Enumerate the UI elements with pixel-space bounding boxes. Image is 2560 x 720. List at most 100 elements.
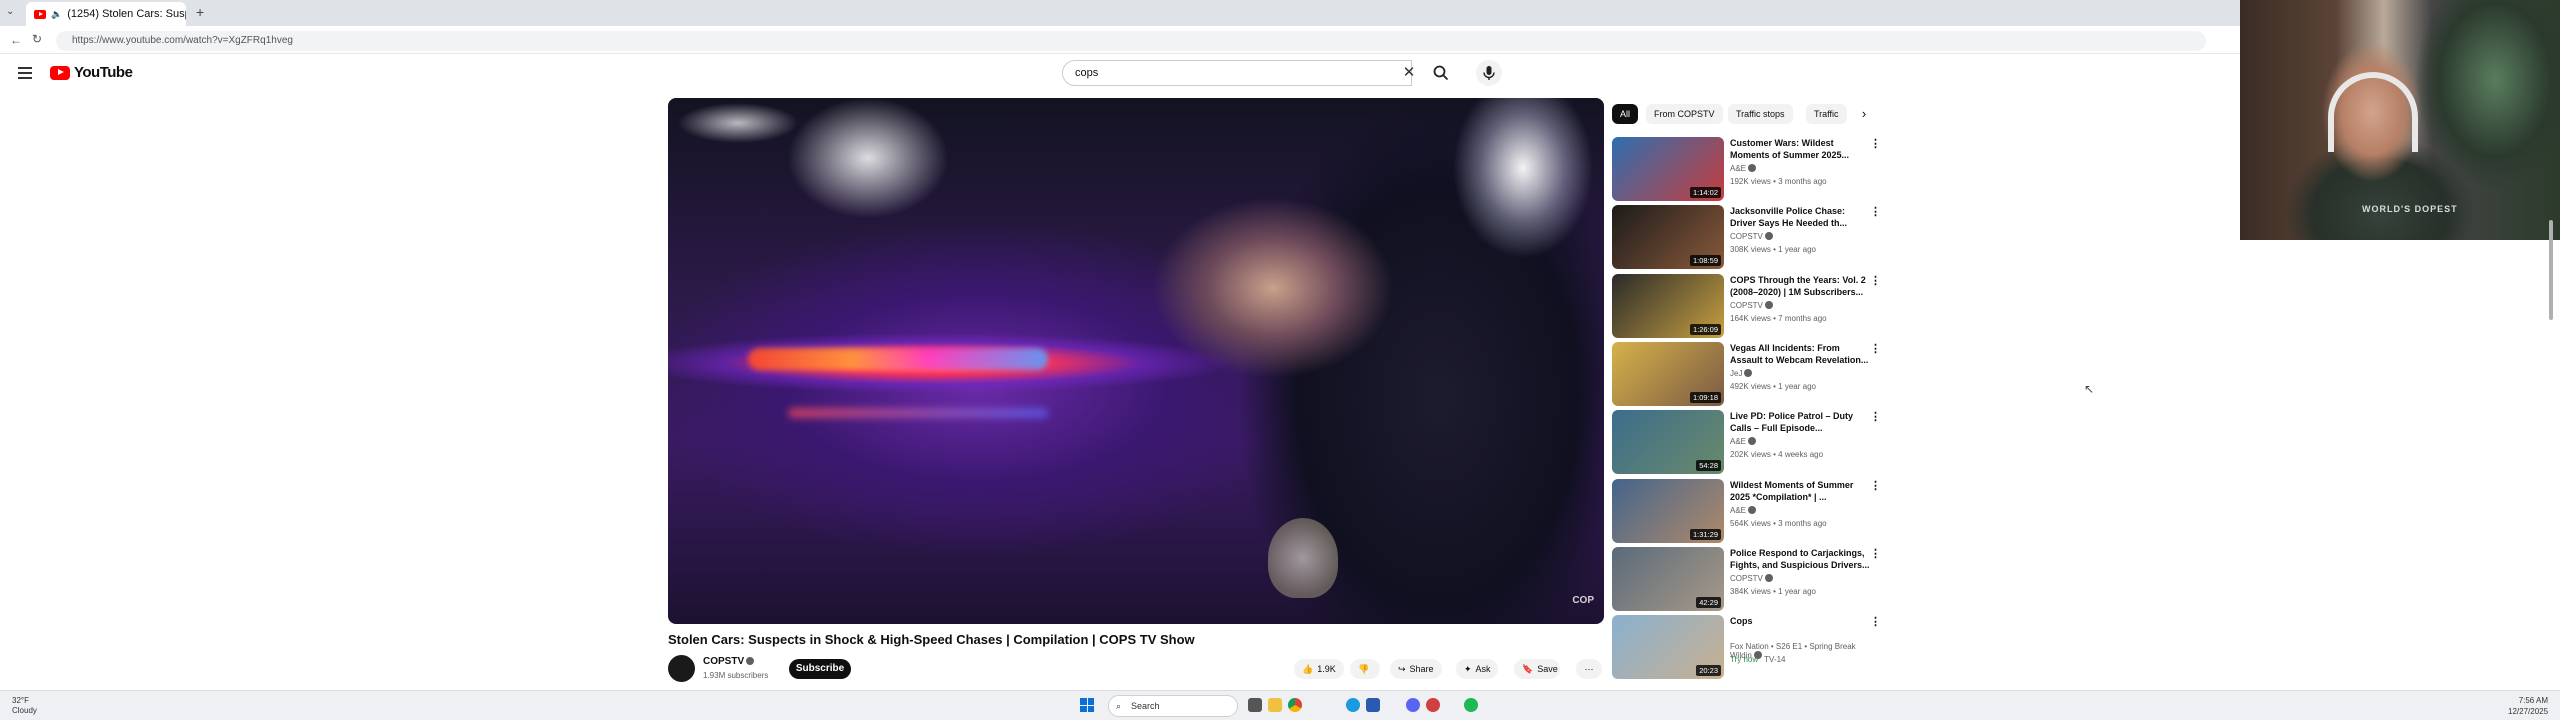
rec-channel[interactable]: JeJ: [1730, 368, 1753, 378]
more-options-icon[interactable]: ⋮: [1870, 616, 1881, 630]
save-button[interactable]: 🔖 Save: [1514, 659, 1560, 679]
video-thumbnail[interactable]: 20:23: [1612, 615, 1724, 680]
rec-title[interactable]: Jacksonville Police Chase: Driver Says H…: [1730, 205, 1870, 229]
video-duration: 1:31:29: [1689, 528, 1721, 540]
store-icon[interactable]: [1366, 698, 1380, 712]
more-options-icon[interactable]: ⋮: [1870, 343, 1881, 357]
ask-button[interactable]: ✦ Ask: [1456, 659, 1498, 679]
share-button[interactable]: ↪ Share: [1390, 659, 1442, 679]
subscribe-button[interactable]: Subscribe: [789, 659, 851, 679]
back-arrow-icon[interactable]: ←: [10, 33, 22, 47]
clear-search-icon[interactable]: ✕: [1400, 60, 1418, 86]
rec-title[interactable]: Cops: [1730, 615, 1870, 627]
recommended-video[interactable]: 20:23 Cops Fox Nation • S26 E1 • Spring …: [1612, 615, 1881, 681]
speaker-icon[interactable]: 🔈: [51, 9, 62, 20]
video-player[interactable]: COP: [668, 98, 1604, 624]
recommended-video[interactable]: 42:29 Police Respond to Carjackings, Fig…: [1612, 546, 1881, 613]
task-view-icon[interactable]: [1248, 698, 1262, 712]
subscriber-count: 1.93M subscribers: [703, 671, 769, 680]
app-icon[interactable]: [1426, 698, 1440, 712]
bookmark-icon: 🔖: [1522, 664, 1534, 674]
rec-channel[interactable]: COPSTV: [1730, 573, 1773, 583]
like-button[interactable]: 👍 1.9K: [1294, 659, 1344, 679]
rec-channel[interactable]: COPSTV: [1730, 232, 1773, 241]
search-query: cops: [1075, 67, 1099, 79]
weather-widget[interactable]: 32°F Cloudy: [12, 696, 37, 716]
discord-icon[interactable]: [1406, 698, 1420, 712]
rec-channel-text: COPSTV: [1730, 232, 1763, 242]
reload-icon[interactable]: ↻: [32, 32, 42, 46]
page-scrollbar[interactable]: [2549, 220, 2553, 320]
rec-channel[interactable]: COPSTV: [1730, 300, 1773, 310]
recommended-video[interactable]: 1:26:09 COPS Through the Years: Vol. 2 (…: [1612, 273, 1881, 340]
video-duration: 1:09:18: [1689, 391, 1721, 403]
menu-icon[interactable]: [18, 67, 32, 79]
dislike-button[interactable]: 👎: [1350, 659, 1380, 679]
try-now-link[interactable]: Try now: [1730, 655, 1758, 664]
browser-toolbar: ← ↻ https://www.youtube.com/watch?v=XgZF…: [0, 26, 2240, 54]
rec-meta-line: 202K views • 4 weeks ago: [1730, 450, 1823, 459]
rec-channel[interactable]: A&E: [1730, 505, 1757, 515]
chip-all[interactable]: All: [1612, 104, 1639, 124]
rec-meta-line: 164K views • 7 months ago: [1730, 314, 1827, 323]
address-bar[interactable]: https://www.youtube.com/watch?v=XgZFRq1h…: [56, 31, 2206, 51]
rec-channel-text: COPSTV: [1730, 573, 1763, 583]
recommended-video[interactable]: 1:09:18 Vegas All Incidents: From Assaul…: [1612, 341, 1881, 408]
channel-name[interactable]: COPSTV: [703, 656, 755, 667]
video-thumbnail[interactable]: 1:08:59: [1612, 205, 1724, 270]
video-thumbnail[interactable]: 1:31:29: [1612, 478, 1724, 543]
share-label: Share: [1409, 664, 1434, 674]
rec-meta: TV-14: [1764, 655, 1786, 665]
rec-title[interactable]: COPS Through the Years: Vol. 2 (2008–202…: [1730, 274, 1870, 298]
rec-title[interactable]: Live PD: Police Patrol – Duty Calls – Fu…: [1730, 410, 1870, 434]
recommended-video[interactable]: 1:08:59 Jacksonville Police Chase: Drive…: [1612, 205, 1881, 271]
chip-traffic-stops[interactable]: Traffic stops: [1728, 104, 1793, 124]
more-actions-button[interactable]: ⋯: [1576, 659, 1602, 679]
chrome-icon[interactable]: [1288, 698, 1302, 712]
headphones: [2328, 72, 2418, 152]
recommended-video[interactable]: 1:31:29 Wildest Moments of Summer 2025 *…: [1612, 478, 1881, 545]
clock-date: 12/27/2025: [2508, 707, 2549, 716]
chips-next-chevron-icon[interactable]: ›: [1856, 104, 1872, 124]
more-options-icon[interactable]: ⋮: [1870, 206, 1881, 220]
more-options-icon[interactable]: ⋮: [1870, 138, 1881, 152]
video-thumbnail[interactable]: 1:26:09: [1612, 273, 1724, 338]
more-options-icon[interactable]: ⋮: [1870, 275, 1881, 289]
channel-watermark: COP: [1572, 595, 1594, 606]
channel-avatar[interactable]: [668, 655, 695, 682]
tab-list-chevron-icon[interactable]: ⌄: [6, 6, 14, 17]
recommended-video[interactable]: 54:28 Live PD: Police Patrol – Duty Call…: [1612, 410, 1881, 476]
voice-search-button[interactable]: [1476, 60, 1502, 86]
rec-title[interactable]: Customer Wars: Wildest Moments of Summer…: [1730, 137, 1870, 161]
new-tab-button[interactable]: +: [196, 4, 204, 20]
spotify-icon[interactable]: [1464, 698, 1478, 712]
video-thumbnail[interactable]: 54:28: [1612, 410, 1724, 475]
youtube-logo[interactable]: YouTube: [50, 64, 133, 81]
chip-from-copstv[interactable]: From COPSTV: [1646, 104, 1723, 124]
video-thumbnail[interactable]: 1:09:18: [1612, 341, 1724, 406]
rec-channel[interactable]: A&E: [1730, 164, 1757, 173]
more-options-icon[interactable]: ⋮: [1870, 480, 1881, 494]
rec-channel[interactable]: A&E: [1730, 437, 1757, 446]
rec-title[interactable]: Wildest Moments of Summer 2025 *Compilat…: [1730, 479, 1870, 503]
video-thumbnail[interactable]: 42:29: [1612, 546, 1724, 611]
chip-traffic[interactable]: Traffic: [1806, 104, 1847, 124]
recommended-video[interactable]: 1:14:02 Customer Wars: Wildest Moments o…: [1612, 137, 1881, 203]
more-options-icon[interactable]: ⋮: [1870, 411, 1881, 425]
browser-tab-active[interactable]: 🔈 (1254) Stolen Cars: Suspects in ✕: [26, 2, 186, 26]
edge-icon[interactable]: [1346, 698, 1360, 712]
search-button[interactable]: [1428, 60, 1454, 86]
video-thumbnail[interactable]: 1:14:02: [1612, 137, 1724, 201]
rec-title[interactable]: Vegas All Incidents: From Assault to Web…: [1730, 342, 1870, 366]
start-button[interactable]: [1080, 698, 1094, 712]
system-clock[interactable]: 7:56 AM 12/27/2025: [2508, 695, 2548, 717]
youtube-play-icon: [50, 65, 70, 80]
taskbar-search[interactable]: ⌕ Search: [1108, 695, 1238, 717]
rec-meta: 384K views • 1 year ago: [1730, 586, 1816, 596]
rec-meta: 192K views • 3 months ago: [1730, 177, 1827, 186]
search-input[interactable]: cops: [1062, 60, 1412, 86]
more-options-icon[interactable]: ⋮: [1870, 548, 1881, 562]
file-explorer-icon[interactable]: [1268, 698, 1282, 712]
rec-title[interactable]: Police Respond to Carjackings, Fights, a…: [1730, 547, 1870, 571]
logo-text: YouTube: [74, 64, 133, 81]
